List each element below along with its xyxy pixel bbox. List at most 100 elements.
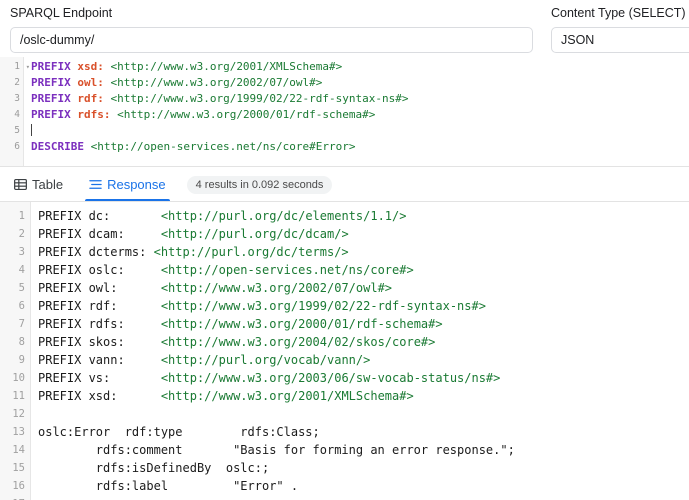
response-panel[interactable]: 1234567891011121314151617 PREFIX dc: <ht… <box>0 202 689 500</box>
code-line: PREFIX skos: <http://www.w3.org/2004/02/… <box>38 333 689 351</box>
line-number: 10 <box>12 372 25 384</box>
code-token: <http://www.w3.org/2004/02/skos/core#> <box>160 335 436 349</box>
code-line: PREFIX dc: <http://purl.org/dc/elements/… <box>38 207 689 225</box>
code-token: <http://open-services.net/ns/core#> <box>160 263 414 277</box>
code-token: PREFIX owl: <box>38 281 161 295</box>
code-token: PREFIX <box>31 92 78 105</box>
code-line: PREFIX xsd: <http://www.w3.org/2001/XMLS… <box>38 387 689 405</box>
editor-code-area[interactable]: PREFIX xsd: <http://www.w3.org/2001/XMLS… <box>24 57 689 166</box>
line-number: 5 <box>14 125 20 136</box>
tab-response-label: Response <box>107 177 166 192</box>
line-number: 1 <box>18 210 25 222</box>
line-number: 3 <box>14 93 20 104</box>
code-token: <http://purl.org/dc/dcam/> <box>160 227 349 241</box>
code-token: rdfs:comment "Basis for forming an error… <box>38 443 515 457</box>
line-number: 2 <box>18 228 25 240</box>
code-token: PREFIX skos: <box>38 335 161 349</box>
code-line: PREFIX oslc: <http://open-services.net/n… <box>38 261 689 279</box>
code-token: <http://open-services.net/ns/core#Error> <box>90 140 356 153</box>
code-line: PREFIX rdf: <http://www.w3.org/1999/02/2… <box>38 297 689 315</box>
code-token: xsd: <box>77 60 111 73</box>
line-number: 15 <box>12 462 25 474</box>
code-token: PREFIX <box>31 108 78 121</box>
code-token: <http://www.w3.org/2002/07/owl#> <box>160 281 393 295</box>
content-type-field-group: Content Type (SELECT) JSON <box>543 4 689 53</box>
line-number: 11 <box>12 390 25 402</box>
table-icon <box>14 178 27 191</box>
line-number: 4 <box>14 109 20 120</box>
code-token: <http://www.w3.org/2001/XMLSchema#> <box>160 389 414 403</box>
code-token: PREFIX rdf: <box>38 299 161 313</box>
code-token: <http://purl.org/dc/terms/> <box>153 245 349 259</box>
line-number: 3 <box>18 246 25 258</box>
code-line: rdfs:isDefinedBy oslc:; <box>38 459 689 477</box>
endpoint-field-group: SPARQL Endpoint /oslc-dummy/ <box>0 4 543 53</box>
editor-line-number-gutter: 1 ▾ 2 3 4 5 6 <box>0 57 30 166</box>
content-type-label: Content Type (SELECT) <box>551 6 686 20</box>
fold-arrow-icon[interactable]: ▾ <box>26 59 30 75</box>
text-cursor <box>31 124 32 136</box>
code-line: oslc:Error rdf:type rdfs:Class; <box>38 423 689 441</box>
response-line-number-gutter: 1234567891011121314151617 <box>0 202 31 500</box>
sparql-query-app: SPARQL Endpoint /oslc-dummy/ Content Typ… <box>0 0 689 500</box>
code-line: rdfs:comment "Basis for forming an error… <box>38 441 689 459</box>
line-number: 6 <box>18 300 25 312</box>
query-editor[interactable]: 1 ▾ 2 3 4 5 6 PREFIX xsd: <http://www.w3.org/2… <box>0 57 689 167</box>
list-icon <box>89 178 102 191</box>
code-token: <http://www.w3.org/2000/01/rdf-schema#> <box>117 108 376 121</box>
code-line: PREFIX vs: <http://www.w3.org/2003/06/sw… <box>38 369 689 387</box>
endpoint-input[interactable]: /oslc-dummy/ <box>10 27 533 53</box>
code-line: DESCRIBE <http://open-services.net/ns/co… <box>31 139 689 155</box>
code-token: <http://www.w3.org/2003/06/sw-vocab-stat… <box>160 371 501 385</box>
tab-table[interactable]: Table <box>10 168 67 201</box>
code-token: <http://www.w3.org/2001/XMLSchema#> <box>110 60 343 73</box>
code-line: PREFIX xsd: <http://www.w3.org/2001/XMLS… <box>31 59 689 75</box>
query-form-row: SPARQL Endpoint /oslc-dummy/ Content Typ… <box>0 0 689 53</box>
code-token: PREFIX dc: <box>38 209 161 223</box>
code-token: <http://www.w3.org/1999/02/22-rdf-syntax… <box>160 299 486 313</box>
code-token: rdfs:isDefinedBy oslc:; <box>38 461 270 475</box>
code-line: PREFIX owl: <http://www.w3.org/2002/07/o… <box>31 75 689 91</box>
code-token: <http://www.w3.org/2002/07/owl#> <box>110 76 323 89</box>
code-line: PREFIX vann: <http://purl.org/vocab/vann… <box>38 351 689 369</box>
code-token: PREFIX <box>31 76 78 89</box>
code-token: PREFIX dcterms: <box>38 245 154 259</box>
code-line: PREFIX dcterms: <http://purl.org/dc/term… <box>38 243 689 261</box>
code-token: PREFIX vs: <box>38 371 161 385</box>
line-number: 8 <box>18 336 25 348</box>
code-token: rdfs:label "Error" . <box>38 479 299 493</box>
line-number: 13 <box>12 426 25 438</box>
code-token: rdfs: <box>77 108 118 121</box>
line-number: 14 <box>12 444 25 456</box>
code-line: rdfs:label "Error" . <box>38 477 689 495</box>
code-token: <http://www.w3.org/2000/01/rdf-schema#> <box>160 317 443 331</box>
code-token: PREFIX dcam: <box>38 227 161 241</box>
code-line: PREFIX rdfs: <http://www.w3.org/2000/01/… <box>38 315 689 333</box>
code-token: owl: <box>77 76 111 89</box>
code-token: <http://purl.org/dc/elements/1.1/> <box>160 209 407 223</box>
code-token: <http://purl.org/vocab/vann/> <box>160 353 371 367</box>
line-number: 9 <box>18 354 25 366</box>
line-number: 16 <box>12 480 25 492</box>
code-token: PREFIX xsd: <box>38 389 161 403</box>
line-number: 17 <box>0 495 30 500</box>
code-token: PREFIX oslc: <box>38 263 161 277</box>
code-token: <http://www.w3.org/1999/02/22-rdf-syntax… <box>110 92 409 105</box>
results-status-badge: 4 results in 0.092 seconds <box>186 175 333 194</box>
tab-response[interactable]: Response <box>85 168 170 201</box>
tab-table-label: Table <box>32 177 64 192</box>
content-type-select[interactable]: JSON <box>551 27 689 53</box>
line-number: 1 ▾ <box>0 59 30 75</box>
line-number: 2 <box>14 77 20 88</box>
response-code-area[interactable]: PREFIX dc: <http://purl.org/dc/elements/… <box>31 202 689 500</box>
code-line <box>31 123 689 139</box>
code-token: DESCRIBE <box>31 140 91 153</box>
line-number: 12 <box>12 408 25 420</box>
code-token: oslc:Error rdf:type rdfs:Class; <box>38 425 320 439</box>
code-line: PREFIX dcam: <http://purl.org/dc/dcam/> <box>38 225 689 243</box>
code-token: rdf: <box>77 92 111 105</box>
code-line: PREFIX rdfs: <http://www.w3.org/2000/01/… <box>31 107 689 123</box>
code-token: PREFIX <box>31 60 78 73</box>
